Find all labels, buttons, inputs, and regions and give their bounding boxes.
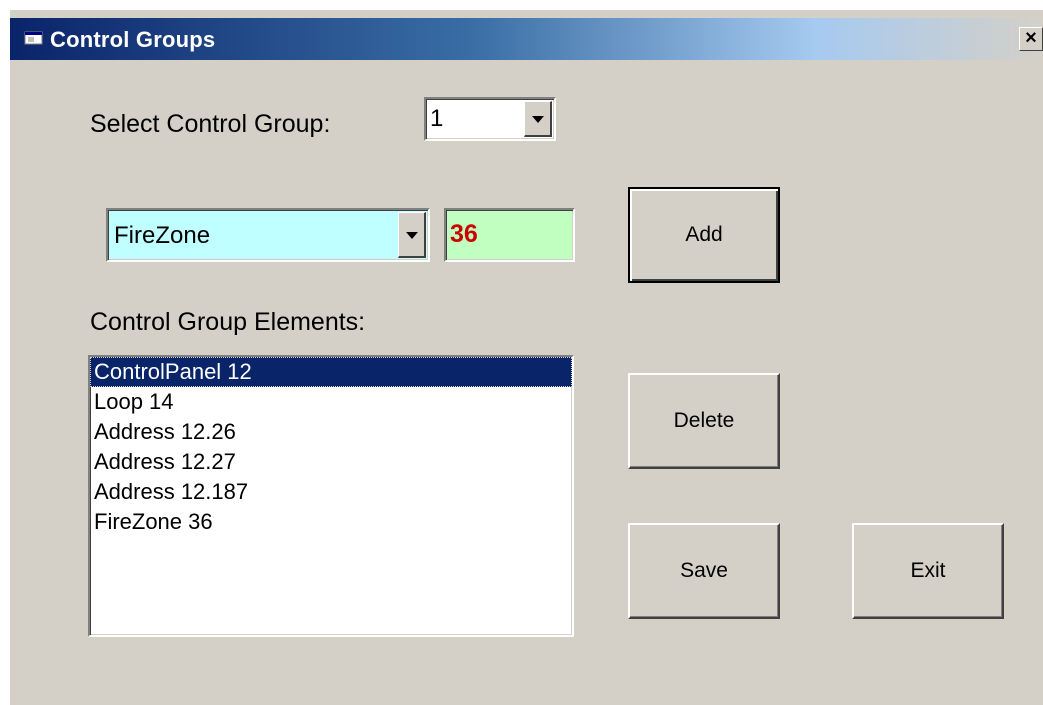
list-item[interactable]: Address 12.27 xyxy=(90,447,572,477)
element-type-value: FireZone xyxy=(114,222,211,249)
chevron-down-icon xyxy=(531,115,544,123)
element-type-select[interactable]: FireZone xyxy=(106,208,430,262)
control-group-value: 1 xyxy=(430,105,444,132)
save-button[interactable]: Save xyxy=(628,523,780,619)
window-icon xyxy=(24,31,43,45)
title-bar[interactable]: Control Groups × xyxy=(10,18,1043,60)
delete-button[interactable]: Delete xyxy=(628,373,780,469)
element-number-input[interactable]: 36 xyxy=(444,208,575,262)
add-button-label: Add xyxy=(685,223,723,246)
element-type-dropdown-button[interactable] xyxy=(398,212,426,258)
list-item[interactable]: Address 12.26 xyxy=(90,417,572,447)
delete-button-label: Delete xyxy=(673,409,735,432)
exit-button[interactable]: Exit xyxy=(852,523,1004,619)
save-button-label: Save xyxy=(680,559,728,582)
exit-button-label: Exit xyxy=(910,559,946,582)
elements-listbox[interactable]: ControlPanel 12 Loop 14 Address 12.26 Addre… xyxy=(88,355,574,637)
control-group-dropdown-button[interactable] xyxy=(524,101,552,137)
element-number-value: 36 xyxy=(450,220,478,248)
add-button[interactable]: Add xyxy=(628,187,780,283)
list-item[interactable]: FireZone 36 xyxy=(90,507,572,537)
close-button[interactable]: × xyxy=(1019,27,1043,51)
select-group-label: Select Control Group: xyxy=(90,110,331,138)
close-icon: × xyxy=(1025,27,1037,49)
elements-label: Control Group Elements: xyxy=(90,308,366,336)
elements-list: ControlPanel 12 Loop 14 Address 12.26 Addre… xyxy=(90,357,572,537)
control-groups-window: Control Groups × Select Control Group: 1… xyxy=(10,10,1043,705)
list-item[interactable]: Loop 14 xyxy=(90,387,572,417)
control-group-select[interactable]: 1 xyxy=(424,97,556,141)
window-title: Control Groups xyxy=(50,27,216,52)
list-item[interactable]: ControlPanel 12 xyxy=(90,357,572,387)
chevron-down-icon xyxy=(405,231,418,239)
list-item[interactable]: Address 12.187 xyxy=(90,477,572,507)
